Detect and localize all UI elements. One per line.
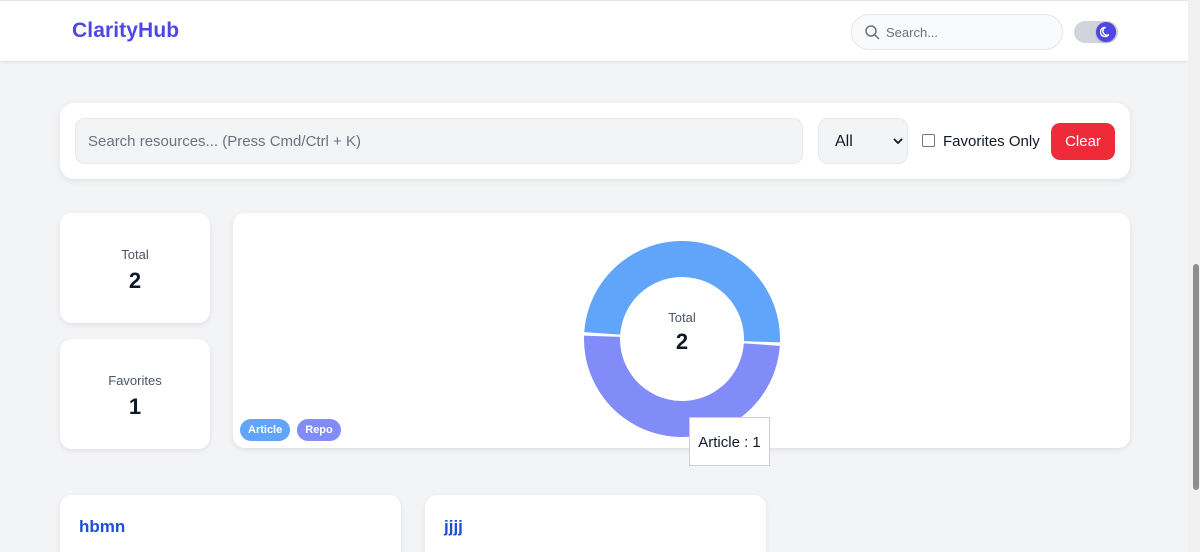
- filter-bar: All Favorites Only Clear: [60, 103, 1130, 179]
- donut-center-label: Total: [668, 310, 696, 325]
- stat-total-value: 2: [128, 268, 142, 293]
- legend-item-article[interactable]: Article: [240, 419, 291, 441]
- chevron-down-icon: [893, 138, 903, 145]
- app-logo[interactable]: ClarityHub: [72, 19, 179, 43]
- chart-legend: Article Repo: [240, 419, 341, 441]
- type-select-value: All: [835, 133, 853, 150]
- header-search-input[interactable]: [886, 15, 1056, 49]
- clear-button[interactable]: Clear: [1051, 123, 1115, 160]
- moon-icon: [1100, 26, 1110, 38]
- donut-center-value: 2: [675, 329, 689, 354]
- header-search[interactable]: [851, 14, 1063, 50]
- favorites-only-label[interactable]: Favorites Only: [943, 133, 1040, 150]
- scrollbar-thumb[interactable]: [1193, 264, 1199, 490]
- resource-search-input[interactable]: [75, 118, 803, 164]
- chart-tooltip: Article : 1: [689, 417, 770, 466]
- search-icon: [865, 25, 880, 40]
- donut-slice-article[interactable]: [584, 241, 780, 343]
- theme-toggle-knob: [1096, 22, 1116, 42]
- theme-toggle[interactable]: [1074, 21, 1118, 43]
- resource-card[interactable]: jjjj: [425, 495, 766, 552]
- resource-card[interactable]: hbmn: [60, 495, 401, 552]
- resource-title[interactable]: hbmn: [79, 517, 125, 537]
- top-header: ClarityHub: [0, 0, 1188, 61]
- chart-card: Total 2 Article Repo: [233, 213, 1130, 448]
- stat-total-label: Total: [121, 247, 149, 262]
- type-select[interactable]: All: [818, 118, 908, 164]
- stat-card-total: Total 2: [60, 213, 210, 323]
- stat-favorites-label: Favorites: [108, 373, 162, 388]
- stat-favorites-value: 1: [128, 394, 142, 419]
- stat-card-favorites: Favorites 1: [60, 339, 210, 449]
- resource-title[interactable]: jjjj: [444, 517, 463, 537]
- favorites-checkbox[interactable]: [922, 134, 935, 147]
- legend-item-repo[interactable]: Repo: [297, 419, 341, 441]
